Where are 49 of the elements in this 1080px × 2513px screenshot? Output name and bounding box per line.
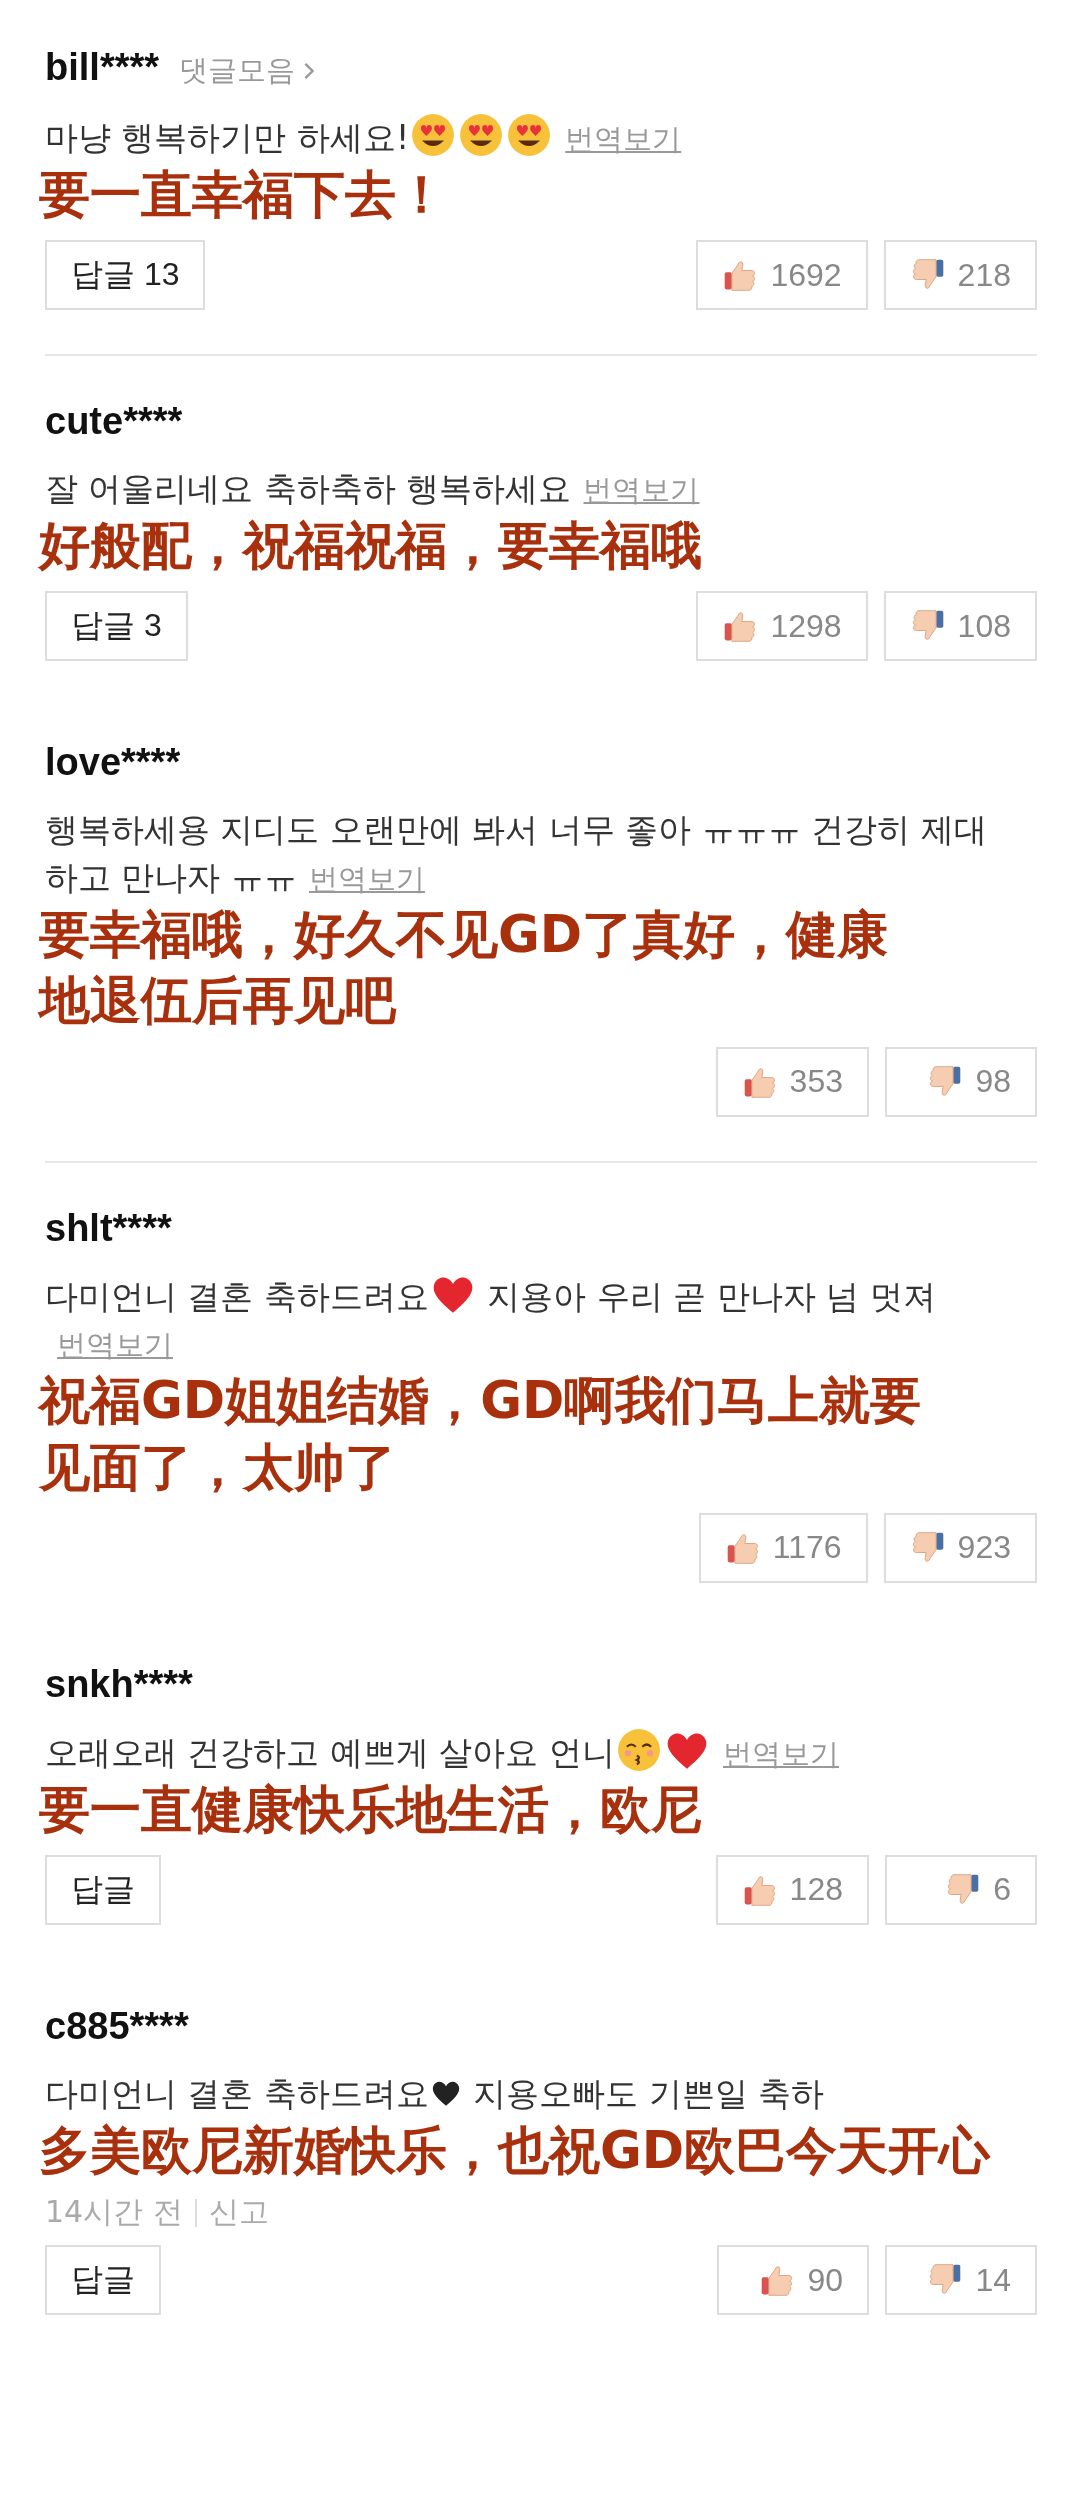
comment-text: 마냥 행복하기만 하세요! 번역보기 (45, 113, 1037, 162)
translation-caption: 好般配，祝福祝福，要幸福哦 (39, 515, 702, 577)
translate-link[interactable]: 번역보기 (565, 122, 682, 156)
heart-eyes-emoji-icon (507, 113, 552, 157)
translation-caption: 要一直健康快乐地生活，欧尼 (39, 1778, 702, 1841)
translation-caption: 地退伍后再见吧 (39, 970, 396, 1033)
username: love**** (45, 741, 181, 785)
comment-text: 행복하세용 지디도 오랜만에 봐서 너무 좋아 ㅠㅠㅠ 건강히 제대하고 만나자 ㅠㅠ 번역보기 (45, 809, 988, 900)
like-button[interactable]: 128 (715, 1855, 869, 1925)
like-button[interactable]: 1298 (696, 591, 868, 662)
translate-link[interactable]: 번역보기 (722, 1736, 839, 1771)
comment-text: 다미언니 결혼 축하드려요 지용아 우리 곧 만나자 넘 멋져 번역보기 (45, 1271, 1037, 1369)
like-button[interactable]: 1692 (696, 240, 868, 311)
reply-button[interactable]: 답글 (45, 2245, 161, 2316)
username: c885**** (45, 2005, 189, 2048)
username: shlt**** (45, 1206, 172, 1250)
translate-link[interactable]: 번역보기 (57, 1328, 173, 1363)
dislike-button[interactable]: 98 (885, 1046, 1037, 1117)
comment-text: 오래오래 건강하고 예쁘게 살아요 언니 번역보기 (45, 1727, 1037, 1777)
comment-time: 14시간 전 (45, 2193, 183, 2232)
translation-caption: 祝福GD姐姐结婚，GD啊我们马上就要 (39, 1370, 922, 1433)
translation-caption: 要幸福哦，好久不见GD了真好，健康 (39, 903, 889, 966)
translation-caption: 见面了，太帅了 (39, 1436, 396, 1499)
report-link[interactable]: 신고 (208, 2192, 269, 2234)
reply-button[interactable]: 답글 13 (45, 240, 206, 311)
translate-link[interactable]: 번역보기 (583, 473, 700, 508)
translate-link[interactable]: 번역보기 (309, 862, 425, 897)
username: cute**** (45, 400, 183, 444)
dislike-button[interactable]: 14 (885, 2245, 1037, 2316)
username: bill**** (45, 46, 160, 89)
like-button[interactable]: 353 (715, 1046, 869, 1117)
dislike-button[interactable]: 218 (883, 240, 1037, 311)
dislike-button[interactable]: 923 (883, 1512, 1037, 1583)
heart-eyes-emoji-icon (411, 113, 456, 157)
chevron-right-icon (303, 61, 316, 81)
comment-text: 잘 어울리네요 축하축하 행복하세요 번역보기 (45, 468, 701, 511)
translation-caption: 多美欧尼新婚快乐，也祝GD欧巴今天开心 (39, 2119, 991, 2182)
dislike-button[interactable]: 6 (885, 1855, 1037, 1925)
comment-collection-link[interactable]: 댓글모음 (179, 51, 316, 91)
kissing-face-icon (616, 1727, 661, 1772)
reply-button[interactable]: 답글 (45, 1855, 161, 1925)
like-button[interactable]: 90 (717, 2245, 869, 2316)
username: snkh**** (45, 1662, 193, 1706)
dislike-button[interactable]: 108 (883, 591, 1037, 662)
like-button[interactable]: 1176 (698, 1512, 868, 1583)
reply-button[interactable]: 답글 3 (45, 591, 188, 662)
translation-caption: 要一直幸福下去！ (39, 163, 447, 226)
heart-eyes-emoji-icon (459, 113, 504, 157)
comment-text: 다미언니 결혼 축하드려요 지용오빠도 기쁜일 축하 (45, 2073, 826, 2115)
